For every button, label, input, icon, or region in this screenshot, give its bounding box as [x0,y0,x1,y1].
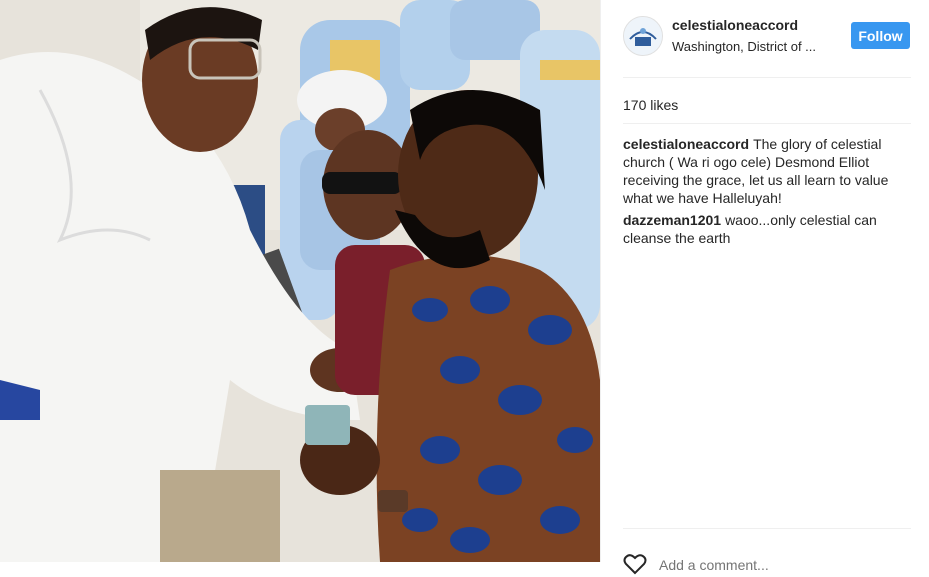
post-header: celestialoneaccord Washington, District … [601,0,929,72]
add-comment-input[interactable] [659,553,859,577]
heart-icon[interactable] [623,553,647,575]
avatar[interactable] [623,16,663,56]
header-divider [623,77,911,78]
comment-composer [623,545,911,577]
post-username[interactable]: celestialoneaccord [672,17,798,33]
actions-divider [623,528,911,529]
comment-author[interactable]: celestialoneaccord [623,136,749,152]
comment: dazzeman1201 waoo...only celestial can cl… [623,211,913,247]
likes-count[interactable]: 170 likes [623,97,678,113]
comments-list: celestialoneaccord The glory of celestial… [623,135,913,251]
likes-divider [623,123,911,124]
comment-author[interactable]: dazzeman1201 [623,212,721,228]
photo-scene [0,0,600,562]
post-location[interactable]: Washington, District of ... [672,39,816,54]
comment: celestialoneaccord The glory of celestial… [623,135,913,207]
post-details-panel: celestialoneaccord Washington, District … [600,0,929,577]
post-photo[interactable] [0,0,600,562]
celestial-church-logo-icon [624,17,662,55]
follow-button[interactable]: Follow [851,22,910,49]
